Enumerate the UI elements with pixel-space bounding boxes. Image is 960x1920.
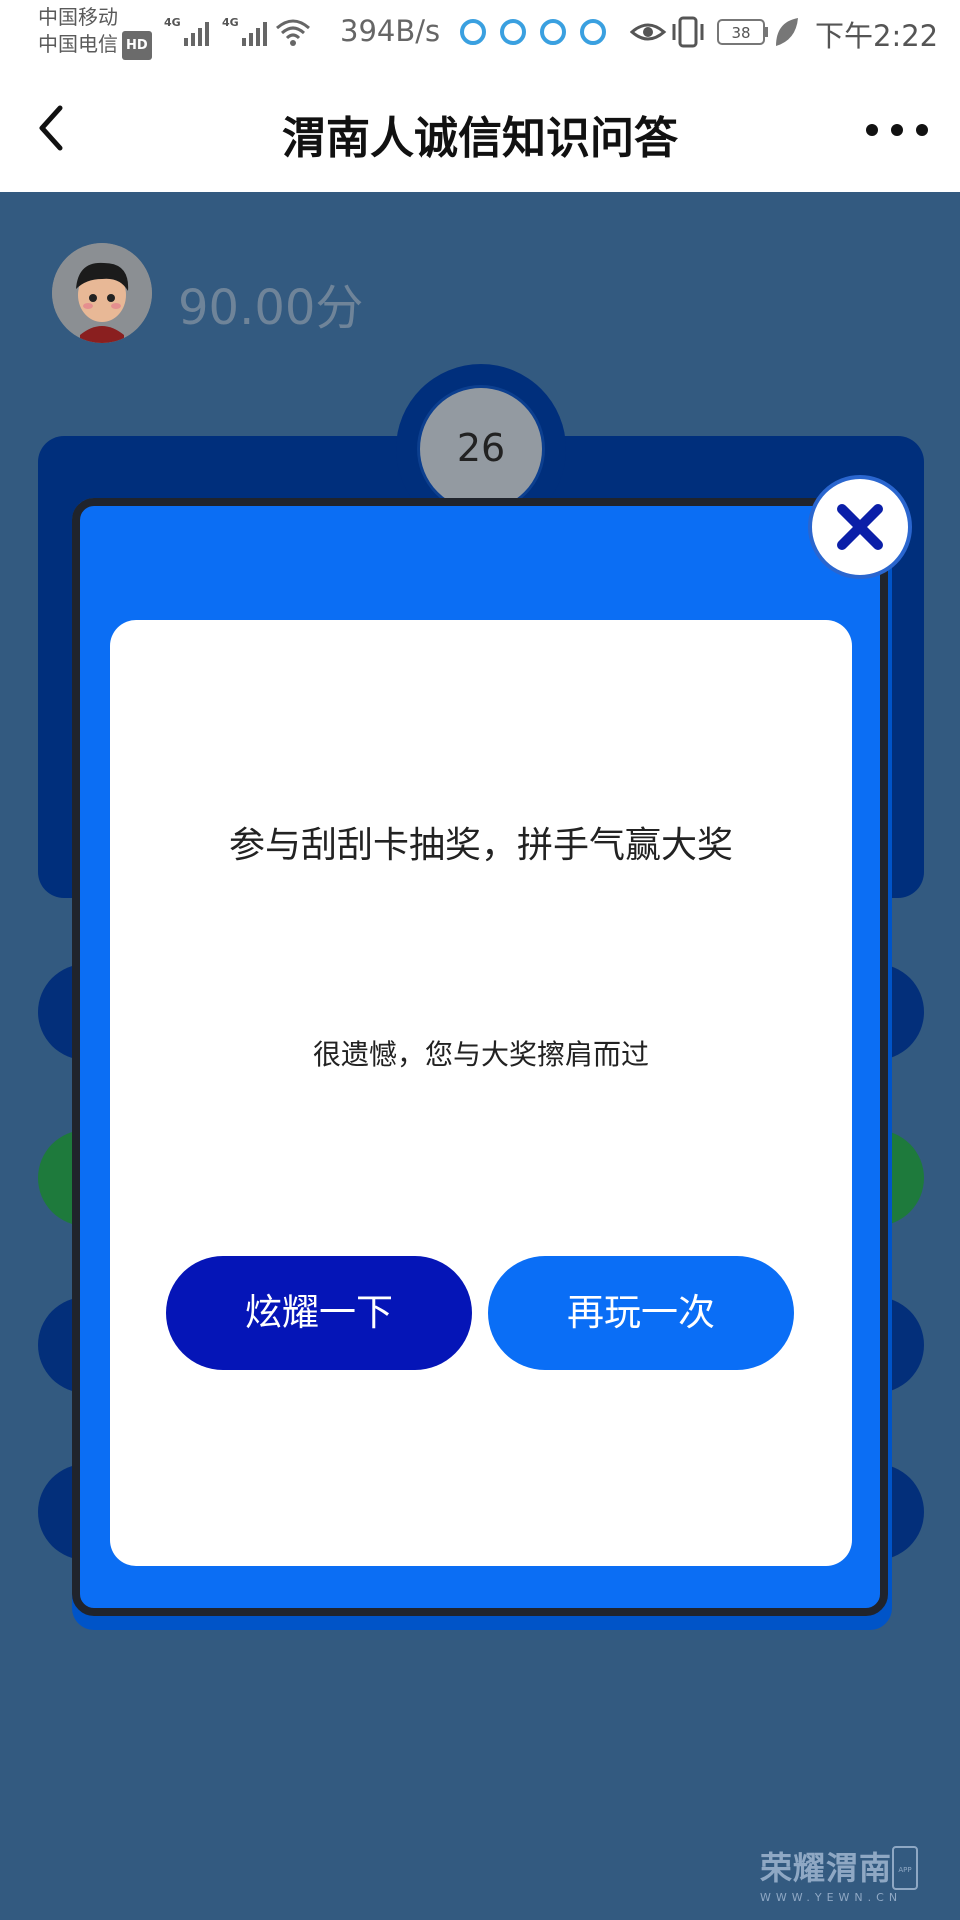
vibrate-icon — [672, 16, 704, 48]
page-title: 渭南人诚信知识问答 — [282, 113, 678, 164]
system-status-icons: 38 — [630, 16, 798, 48]
avatar — [52, 243, 152, 343]
watermark-url: WWW.YEWN.CN — [760, 1891, 903, 1904]
net-speed: 394B/s — [340, 14, 441, 48]
close-button[interactable] — [808, 475, 912, 579]
watermark-app-label: APP — [898, 1866, 911, 1874]
watermark-brand: 荣耀渭南 — [760, 1849, 893, 1887]
signal-strength-icon: 4G 4G — [164, 16, 310, 46]
carrier-info: 中国移动 中国电信 HD — [38, 4, 152, 60]
user-avatar-icon — [52, 243, 152, 343]
carrier-1: 中国移动 — [38, 5, 118, 29]
hd-badge: HD — [122, 31, 152, 60]
carrier-2: 中国电信 — [38, 32, 118, 56]
leaf-icon — [776, 18, 798, 46]
modal-content-panel — [110, 620, 852, 1566]
network-type-1: 4G — [164, 16, 181, 29]
clock: 下午2:22 — [815, 19, 939, 53]
countdown-timer: 26 — [417, 385, 545, 513]
network-type-2: 4G — [222, 16, 239, 29]
modal-title: 参与刮刮卡抽奖，拼手气赢大奖 — [228, 825, 733, 866]
close-icon — [837, 504, 883, 550]
play-again-button[interactable]: 再玩一次 — [488, 1256, 794, 1370]
phone-app-icon: APP — [892, 1846, 918, 1890]
title-bar: 渭南人诚信知识问答 — [0, 66, 960, 192]
eye-icon — [630, 23, 667, 41]
battery-icon: 38 — [717, 19, 768, 45]
watermark: 荣耀渭南 WWW.YEWN.CN — [760, 1843, 902, 1904]
score: 90.00分 — [178, 280, 364, 336]
more-horizontal-icon[interactable] — [862, 110, 932, 150]
battery-level: 38 — [731, 24, 750, 42]
modal-message: 很遗憾，您与大奖擦肩而过 — [312, 1038, 649, 1071]
share-button[interactable]: 炫耀一下 — [166, 1256, 472, 1370]
app-notification-icons — [460, 19, 606, 45]
status-bar: 中国移动 中国电信 HD 4G 4G 394B/s 38 下午2:22 — [0, 0, 960, 66]
